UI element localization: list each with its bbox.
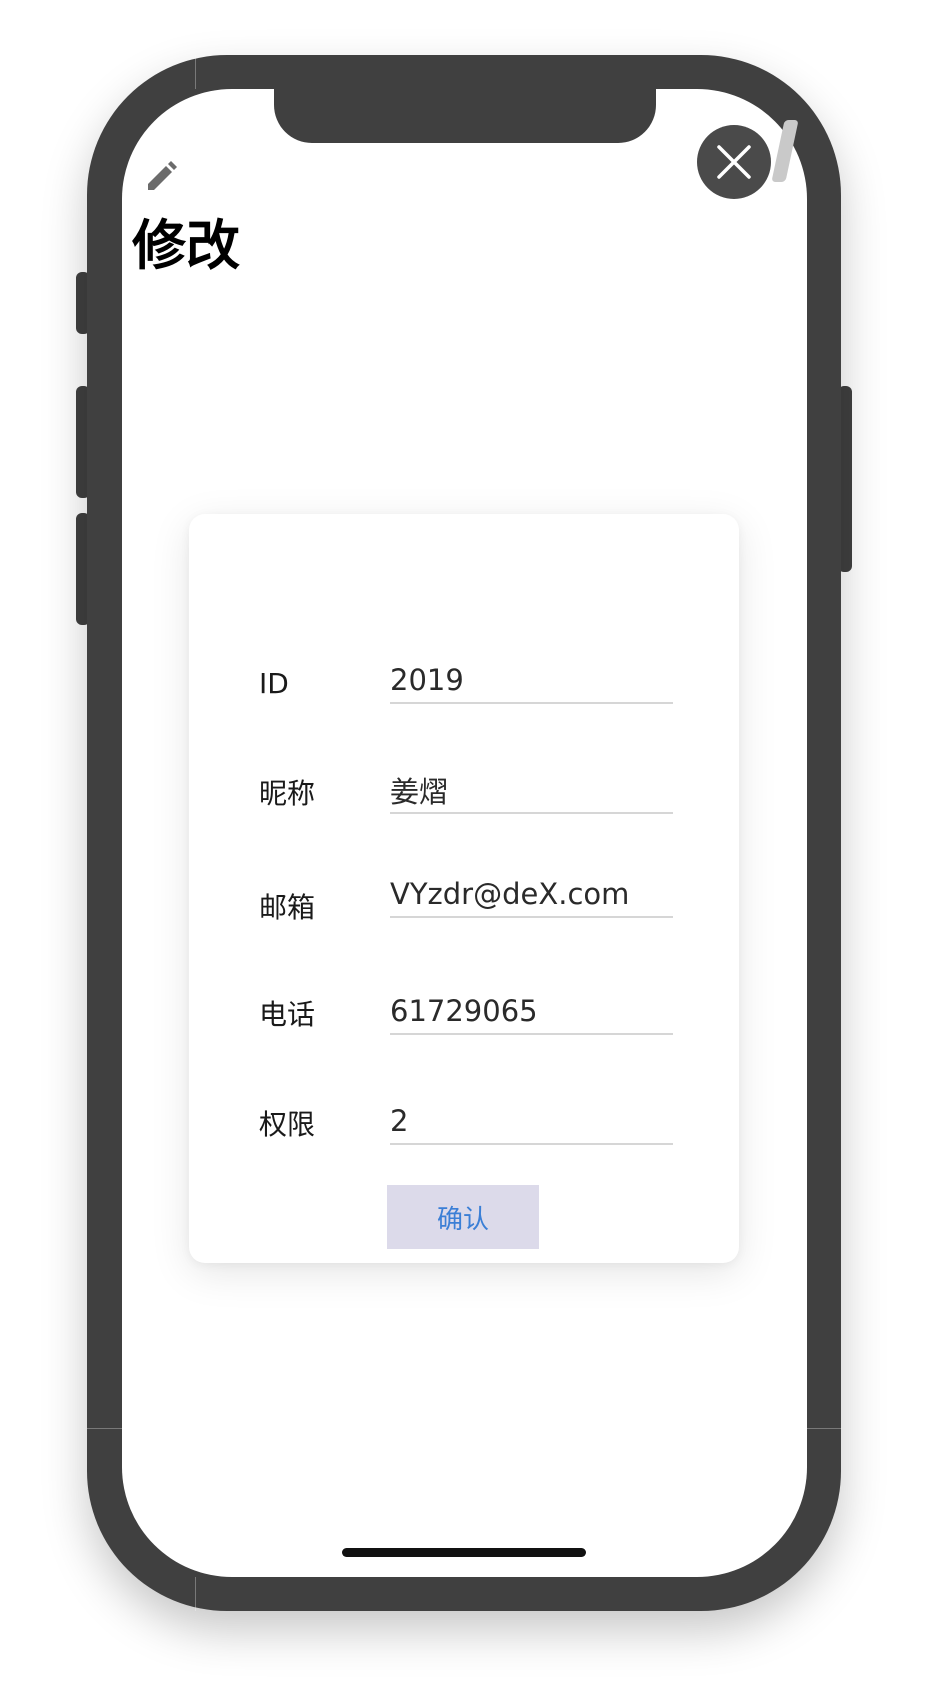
home-indicator: [342, 1548, 586, 1557]
frame-seam: [195, 1577, 196, 1611]
confirm-button[interactable]: 确认: [387, 1185, 539, 1249]
email-input[interactable]: [390, 872, 673, 918]
page-title: 修改: [132, 214, 240, 277]
close-icon: [717, 145, 751, 179]
nickname-input[interactable]: [390, 768, 673, 814]
phone-label: 电话: [259, 998, 316, 1031]
phone-field-row: 电话: [189, 975, 739, 1035]
edit-form-card: ID 昵称 邮箱 电话 权限 确认: [189, 514, 739, 1263]
frame-seam: [195, 55, 196, 89]
permission-input[interactable]: [390, 1099, 673, 1145]
frame-seam: [806, 1428, 842, 1429]
phone-input[interactable]: [390, 989, 673, 1035]
pencil-icon: [144, 160, 178, 194]
permission-label: 权限: [259, 1108, 316, 1141]
close-button[interactable]: [697, 125, 771, 199]
permission-field-row: 权限: [189, 1085, 739, 1145]
nickname-label: 昵称: [259, 777, 316, 810]
id-input[interactable]: [390, 658, 673, 704]
email-label: 邮箱: [259, 891, 316, 924]
email-field-row: 邮箱: [189, 858, 739, 924]
phone-notch: [274, 89, 656, 143]
frame-seam: [87, 1428, 123, 1429]
id-field-row: ID: [189, 644, 739, 704]
nickname-field-row: 昵称: [189, 754, 739, 814]
page: 修改 ID 昵称 邮箱 电话 权限 确认: [0, 0, 926, 1690]
id-label: ID: [259, 667, 289, 700]
